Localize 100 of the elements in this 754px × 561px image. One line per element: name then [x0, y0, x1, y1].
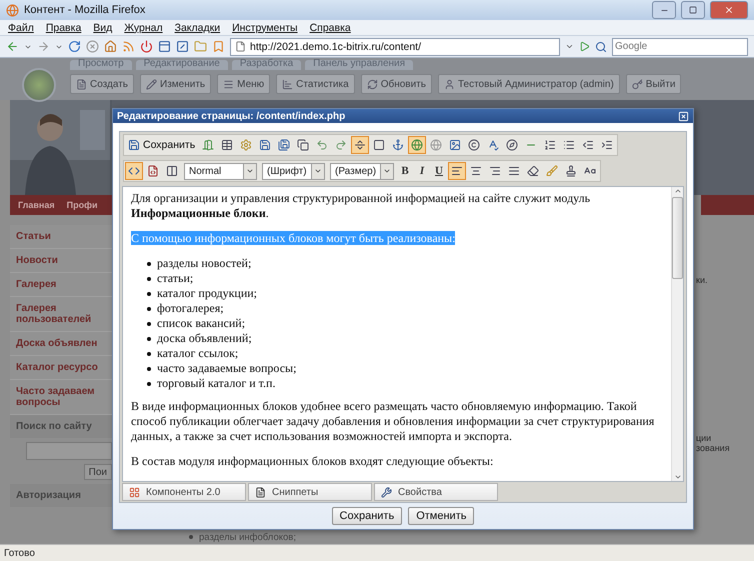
- scrollbar[interactable]: [671, 187, 683, 481]
- toolbar-button[interactable]: [125, 162, 143, 180]
- format-button[interactable]: I: [414, 163, 430, 179]
- text: ки.: [696, 275, 708, 285]
- menu-item[interactable]: Справка: [310, 22, 351, 34]
- format-button[interactable]: B: [397, 163, 414, 179]
- list-item: торговый каталог и т.п.: [157, 376, 276, 391]
- address-field[interactable]: http://2021.demo.1c-bitrix.ru/content/: [230, 38, 560, 56]
- firefox-icon: [6, 4, 19, 16]
- nav-link[interactable]: Профи: [66, 200, 98, 210]
- panel-button[interactable]: Статистика: [276, 74, 355, 94]
- sidebar-item[interactable]: Галерея: [10, 273, 112, 297]
- bullet-icon: [147, 336, 151, 340]
- sidebar-item[interactable]: Статьи: [10, 225, 112, 249]
- image-icon: [449, 139, 462, 151]
- panel-button[interactable]: Выйти: [626, 74, 682, 94]
- reload-icon[interactable]: [68, 40, 81, 53]
- anchor-icon: [392, 139, 404, 151]
- menu-item[interactable]: Вид: [93, 22, 112, 34]
- eraser-icon: [527, 165, 540, 177]
- nav-link[interactable]: Главная: [18, 200, 55, 210]
- save-button[interactable]: Сохранить: [332, 507, 402, 525]
- compass-icon: [506, 139, 518, 151]
- menu-item[interactable]: Закладки: [174, 22, 220, 34]
- panel-button[interactable]: Обновить: [360, 74, 432, 94]
- section-title: Авторизация: [10, 484, 112, 507]
- panel-tab[interactable]: Свойства: [374, 483, 498, 501]
- paragraph: С помощью информационных блоков могут быть реализованы:: [131, 231, 456, 245]
- maximize-button[interactable]: [681, 1, 705, 19]
- menu-item[interactable]: Правка: [46, 22, 82, 34]
- panel-tab[interactable]: Компоненты 2.0: [122, 483, 246, 501]
- brush-icon: [546, 165, 558, 177]
- dropdown[interactable]: (Размер): [330, 162, 394, 180]
- key-icon: [632, 78, 643, 90]
- sidebar-item[interactable]: Часто задаваем вопросы: [10, 380, 112, 415]
- go-icon[interactable]: [579, 41, 590, 52]
- close-icon[interactable]: [678, 110, 689, 122]
- panel-button[interactable]: Создать: [70, 74, 134, 94]
- back-icon[interactable]: [6, 40, 19, 53]
- menu-item[interactable]: Файл: [8, 22, 34, 34]
- sidebar-item[interactable]: Галерея пользователей: [10, 297, 112, 332]
- nav-bar: [701, 195, 754, 215]
- caret-icon: [383, 167, 392, 175]
- search-field[interactable]: Google: [612, 38, 748, 56]
- close-button[interactable]: [710, 1, 748, 19]
- panel-tab[interactable]: Панель управления: [305, 60, 414, 70]
- save-button[interactable]: Сохранить: [125, 137, 198, 153]
- menu-item[interactable]: Журнал: [124, 22, 163, 34]
- power-icon[interactable]: [140, 40, 153, 53]
- panel-tab[interactable]: Просмотр: [70, 60, 132, 70]
- bullet-icon: [147, 306, 151, 310]
- dropdown[interactable]: (Шрифт): [262, 162, 325, 180]
- search-field[interactable]: [26, 442, 112, 460]
- toolbar-button[interactable]: [351, 136, 370, 154]
- sidebar-item[interactable]: Новости: [10, 249, 112, 273]
- search-engine-icon[interactable]: [595, 40, 607, 52]
- cancel-button[interactable]: Отменить: [408, 507, 474, 525]
- editor-area[interactable]: [122, 186, 684, 482]
- box-icon[interactable]: [176, 40, 189, 53]
- outdent-icon: [582, 139, 594, 151]
- stamp-icon: [565, 165, 578, 177]
- text: ции: [696, 433, 712, 443]
- list-item: каталог продукции;: [157, 286, 258, 301]
- undo-icon: [316, 139, 328, 151]
- spellcheck-icon: [487, 139, 500, 151]
- panel-tab[interactable]: Редактирование: [136, 60, 228, 70]
- bullet-icon: [147, 322, 151, 326]
- sidebar-item[interactable]: Каталог ресурсо: [10, 356, 112, 380]
- window-title: Контент - Mozilla Firefox: [24, 4, 146, 16]
- toolbar-button[interactable]: [408, 136, 426, 154]
- panel-tab[interactable]: Сниппеты: [248, 483, 372, 501]
- menu-item[interactable]: Инструменты: [232, 22, 298, 34]
- list-item: разделы инфоблоков;: [199, 532, 296, 542]
- toolbar-button[interactable]: [448, 162, 466, 180]
- indent-icon: [601, 139, 614, 151]
- format-button[interactable]: U: [431, 163, 448, 179]
- window-icon[interactable]: [158, 40, 171, 53]
- panel-button[interactable]: Тестовый Администратор (admin): [438, 74, 620, 94]
- panel-button[interactable]: Изменить: [140, 74, 212, 94]
- home-icon[interactable]: [104, 40, 117, 53]
- panel-tab[interactable]: Разработка: [232, 60, 302, 70]
- table-icon: [221, 139, 234, 151]
- search-button[interactable]: Пои: [84, 464, 112, 480]
- bullet-icon: [147, 382, 151, 386]
- caret-icon[interactable]: [565, 42, 574, 51]
- panel-button[interactable]: Меню: [217, 74, 270, 94]
- bullet-icon: [147, 262, 151, 266]
- numbered-list-icon: [544, 139, 556, 151]
- caret-icon: [314, 167, 322, 175]
- floppy-icon: [259, 139, 272, 151]
- dropdown[interactable]: Normal: [184, 162, 257, 180]
- floppies-icon: [278, 139, 290, 151]
- floppy-icon: [128, 139, 140, 151]
- frame-icon: [373, 139, 386, 151]
- text: зования: [696, 443, 731, 453]
- close-icon: [724, 5, 734, 15]
- sidebar-item[interactable]: Доска объявлен: [10, 332, 112, 356]
- paragraph: В виде информационных блоков удобнее всего размещать часто обновляемую информацию. Такой способ публикации облегчает задачу добавления и обновления информации за счет структурирования данных, а также за счет использования возможностей импорта и экспорта.: [131, 399, 654, 443]
- caret-icon: [246, 167, 254, 175]
- html-icon: [147, 165, 159, 177]
